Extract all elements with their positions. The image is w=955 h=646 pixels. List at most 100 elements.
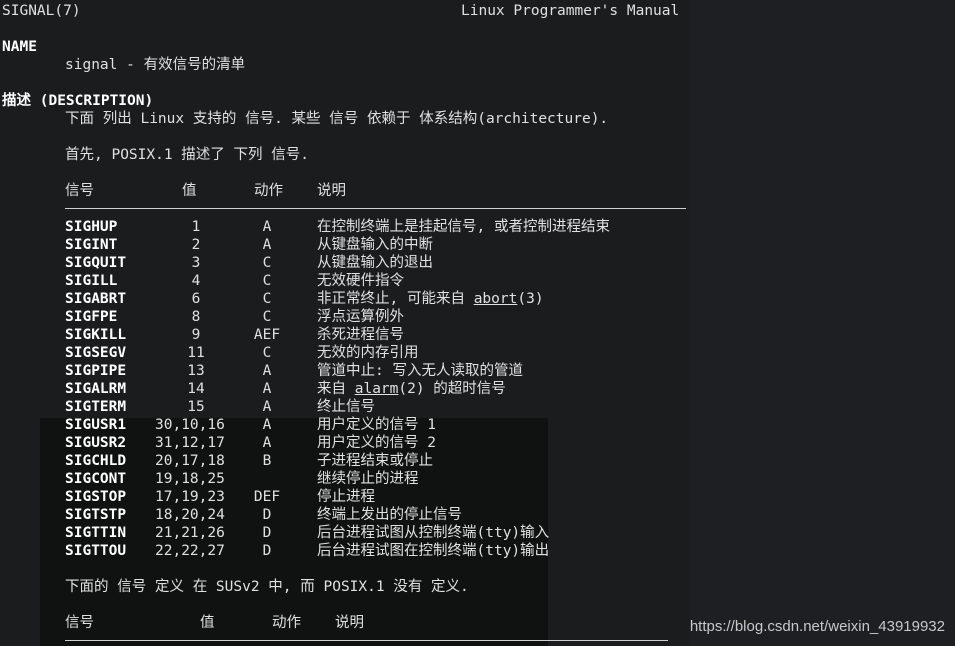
- table1-header: 信号 值 动作 说明: [0, 182, 690, 200]
- signal-action: B: [262, 453, 272, 469]
- description-line-2: 首先, POSIX.1 描述了 下列 信号.: [65, 147, 309, 163]
- signal-value: 1: [191, 219, 201, 235]
- signal-name: SIGILL: [65, 273, 118, 289]
- watermark-text: https://blog.csdn.net/weixin_43919932: [689, 618, 945, 635]
- signal-description: 后台进程试图从控制终端(tty)输入: [317, 525, 550, 541]
- table1-header-action: 动作: [254, 183, 283, 199]
- signal-action: AEF: [253, 327, 281, 343]
- signal-row: SIGTSTP 18,20,24 D 终端上发出的停止信号: [0, 506, 690, 524]
- signal-description: 来自 alarm(2) 的超时信号: [317, 380, 506, 398]
- name-text: signal - 有效信号的清单: [65, 57, 246, 73]
- signal-row: SIGFPE 8 C 浮点运算例外: [0, 308, 690, 326]
- signal-row: SIGTTIN 21,21,26 D 后台进程试图从控制终端(tty)输入: [0, 524, 690, 542]
- signal-name: SIGKILL: [65, 327, 127, 343]
- signal-description: 管道中止: 写入无人读取的管道: [317, 363, 523, 379]
- signal-value: 15: [187, 399, 205, 415]
- signal-row: SIGTERM 15 A 终止信号: [0, 398, 690, 416]
- table2-header: 信号 值 动作 说明: [0, 614, 690, 632]
- signal-name: SIGTERM: [65, 399, 127, 415]
- signal-name: SIGSEGV: [65, 345, 127, 361]
- terminal-manpage[interactable]: SIGNAL(7) Linux Programmer's Manual NAME…: [0, 0, 955, 646]
- signal-name: SIGFPE: [65, 309, 118, 325]
- signal-value: 6: [191, 291, 201, 307]
- signal-value: 3: [191, 255, 201, 271]
- signal-description: 无效硬件指令: [317, 273, 404, 289]
- signal-name: SIGABRT: [65, 291, 127, 307]
- signal-name: SIGTSTP: [65, 507, 127, 523]
- signal-name: SIGHUP: [65, 219, 118, 235]
- manpage-link[interactable]: alarm: [355, 381, 399, 397]
- table1-header-desc: 说明: [317, 183, 346, 199]
- signal-action: A: [262, 381, 272, 397]
- signal-name: SIGUSR2: [65, 435, 127, 451]
- signal-description: 用户定义的信号 1: [317, 417, 436, 433]
- signal-action: DEF: [253, 489, 281, 505]
- signal-action: A: [262, 399, 272, 415]
- signal-description: 用户定义的信号 2: [317, 435, 436, 451]
- signal-value: 9: [191, 327, 201, 343]
- signal-row: SIGALRM 14 A 来自 alarm(2) 的超时信号: [0, 380, 690, 398]
- signal-row: SIGUSR2 31,12,17 A 用户定义的信号 2: [0, 434, 690, 452]
- signal-value: 13: [187, 363, 205, 379]
- signal-value: 17,19,23: [155, 489, 225, 505]
- signal-action: C: [262, 345, 272, 361]
- signal-name: SIGQUIT: [65, 255, 127, 271]
- manpage-link[interactable]: abort: [474, 291, 518, 307]
- signal-value: 8: [191, 309, 201, 325]
- signal-description: 无效的内存引用: [317, 345, 419, 361]
- signal-description: 停止进程: [317, 489, 375, 505]
- table1-header-signal: 信号: [65, 183, 94, 199]
- signal-description: 非正常终止, 可能来自 abort(3): [317, 290, 544, 308]
- table2-header-signal: 信号: [65, 615, 94, 631]
- signal-row: SIGTTOU 22,22,27 D 后台进程试图在控制终端(tty)输出: [0, 542, 690, 560]
- signal-action: C: [262, 291, 272, 307]
- signal-action: D: [262, 543, 272, 559]
- susv2-line: 下面的 信号 定义 在 SUSv2 中, 而 POSIX.1 没有 定义.: [65, 579, 469, 595]
- signal-action: C: [262, 309, 272, 325]
- table1-header-value: 值: [182, 183, 197, 199]
- man-header-left: SIGNAL(7): [2, 3, 81, 19]
- signal-row: SIGQUIT 3 C 从键盘输入的退出: [0, 254, 690, 272]
- signal-value: 22,22,27: [155, 543, 225, 559]
- signal-name: SIGCONT: [65, 471, 127, 487]
- signal-action: A: [262, 417, 272, 433]
- signal-row: SIGKILL 9 AEF 杀死进程信号: [0, 326, 690, 344]
- signal-description: 从键盘输入的退出: [317, 255, 433, 271]
- signal-value: 21,21,26: [155, 525, 225, 541]
- man-header-right: Linux Programmer's Manual: [461, 3, 680, 19]
- table2-rule: [65, 640, 668, 641]
- signal-name: SIGPIPE: [65, 363, 127, 379]
- table2-header-action: 动作: [272, 615, 301, 631]
- description-suffix: (3): [517, 291, 544, 307]
- signal-name: SIGTTOU: [65, 543, 127, 559]
- signal-value: 18,20,24: [155, 507, 225, 523]
- signal-description: 终端上发出的停止信号: [317, 507, 462, 523]
- signal-description: 在控制终端上是挂起信号, 或者控制进程结束: [317, 219, 610, 235]
- description-heading: 描述 (DESCRIPTION): [2, 93, 154, 109]
- table1-rule: [65, 208, 686, 209]
- signal-name: SIGALRM: [65, 381, 127, 397]
- signal-row: SIGUSR1 30,10,16 A 用户定义的信号 1: [0, 416, 690, 434]
- signal-row: SIGSTOP 17,19,23 DEF 停止进程: [0, 488, 690, 506]
- table2-header-value: 值: [200, 615, 215, 631]
- signal-description: 从键盘输入的中断: [317, 237, 433, 253]
- signal-value: 2: [191, 237, 201, 253]
- signal-action: A: [262, 237, 272, 253]
- signal-name: SIGUSR1: [65, 417, 127, 433]
- signal-row: SIGCONT 19,18,25 继续停止的进程: [0, 470, 690, 488]
- signal-value: 20,17,18: [155, 453, 225, 469]
- signal-action: C: [262, 273, 272, 289]
- signal-row: SIGINT 2 A 从键盘输入的中断: [0, 236, 690, 254]
- signal-action: C: [262, 255, 272, 271]
- signal-row: SIGABRT 6 C 非正常终止, 可能来自 abort(3): [0, 290, 690, 308]
- signal-name: SIGSTOP: [65, 489, 127, 505]
- signal-action: D: [262, 525, 272, 541]
- signal-row: SIGCHLD 20,17,18 B 子进程结束或停止: [0, 452, 690, 470]
- signal-value: 4: [191, 273, 201, 289]
- signal-value: 19,18,25: [155, 471, 225, 487]
- signal-action: A: [262, 363, 272, 379]
- name-heading: NAME: [2, 39, 37, 55]
- signal-value: 14: [187, 381, 205, 397]
- signal-description: 杀死进程信号: [317, 327, 404, 343]
- table2-header-desc: 说明: [335, 615, 364, 631]
